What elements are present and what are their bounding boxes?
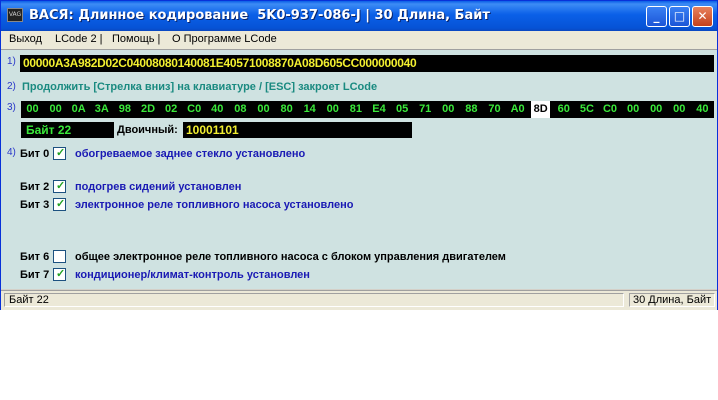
- byte-cell[interactable]: 88: [462, 101, 481, 118]
- byte-cell[interactable]: 00: [323, 101, 342, 118]
- byte-cell[interactable]: 00: [647, 101, 666, 118]
- bit-7-checkbox[interactable]: ✓: [53, 268, 66, 281]
- row-number-4: 4): [7, 147, 16, 158]
- byte-cell[interactable]: 71: [416, 101, 435, 118]
- menu-exit[interactable]: Выход: [9, 33, 42, 45]
- menu-bar: Выход LCode 2 | Помощь | О Программе LCo…: [1, 31, 717, 50]
- checkmark-icon: ✓: [56, 180, 66, 192]
- binary-value: 10001101: [183, 122, 412, 138]
- close-icon: ✕: [697, 9, 708, 23]
- bit-0-checkbox[interactable]: ✓: [53, 147, 66, 160]
- row-number-2: 2): [7, 81, 16, 92]
- minimize-button[interactable]: _: [646, 6, 667, 27]
- byte-cell[interactable]: 00: [254, 101, 273, 118]
- checkmark-icon: ✓: [56, 198, 66, 210]
- byte-cell[interactable]: C0: [601, 101, 620, 118]
- status-byte: Байт 22: [4, 293, 624, 307]
- byte-cell[interactable]: 70: [485, 101, 504, 118]
- bit-description: электронное реле топливного насоса устан…: [75, 199, 354, 211]
- navigation-hint: Продолжить [Стрелка вниз] на клавиатуре …: [22, 81, 378, 93]
- bit-3-checkbox[interactable]: ✓: [53, 198, 66, 211]
- bit-label: Бит 6: [20, 251, 50, 263]
- status-bar: Байт 22 30 Длина, Байт: [1, 290, 717, 310]
- byte-cell[interactable]: 02: [162, 101, 181, 118]
- byte-cell[interactable]: 81: [346, 101, 365, 118]
- bit-label: Бит 7: [20, 269, 50, 281]
- application-window: VAG ВАСЯ: Длинное кодирование 5K0-937-08…: [0, 0, 718, 310]
- checkmark-icon: ✓: [56, 268, 66, 280]
- byte-cell[interactable]: 80: [277, 101, 296, 118]
- byte-cell[interactable]: 00: [670, 101, 689, 118]
- binary-label: Двоичный:: [117, 124, 178, 136]
- bit-label: Бит 2: [20, 181, 50, 193]
- byte-cell[interactable]: C0: [185, 101, 204, 118]
- bit-description: подогрев сидений установлен: [75, 181, 242, 193]
- byte-cell[interactable]: 00: [624, 101, 643, 118]
- app-icon[interactable]: VAG: [7, 8, 23, 22]
- bit-6-checkbox[interactable]: [53, 250, 66, 263]
- long-coding-string[interactable]: 00000A3A982D02C04008080140081E4057100887…: [20, 55, 714, 72]
- title-bar[interactable]: VAG ВАСЯ: Длинное кодирование 5K0-937-08…: [1, 1, 717, 31]
- bit-description: кондиционер/климат-контроль установлен: [75, 269, 310, 281]
- maximize-button[interactable]: □: [669, 6, 690, 27]
- bit-2-checkbox[interactable]: ✓: [53, 180, 66, 193]
- byte-cell[interactable]: A0: [508, 101, 527, 118]
- bit-description: обогреваемое заднее стекло установлено: [75, 148, 306, 160]
- menu-about[interactable]: О Программе LCode: [172, 33, 277, 45]
- byte-cell[interactable]: 2D: [139, 101, 158, 118]
- maximize-icon: □: [673, 9, 686, 23]
- main-panel: 1) 00000A3A982D02C04008080140081E4057100…: [1, 50, 717, 289]
- byte-cell[interactable]: 8D: [531, 101, 551, 118]
- byte-cell[interactable]: 05: [393, 101, 412, 118]
- menu-lcode2[interactable]: LCode 2 |: [55, 33, 103, 45]
- byte-strip: 00 00 0A 3A 98 2D 02 C0 40 08 00 80 14 00 81 E4 05 71 00 88…: [21, 101, 714, 118]
- checkmark-icon: ✓: [56, 147, 66, 159]
- byte-cell[interactable]: 60: [554, 101, 573, 118]
- byte-cell[interactable]: E4: [370, 101, 389, 118]
- byte-cell[interactable]: 40: [208, 101, 227, 118]
- row-number-1: 1): [7, 56, 16, 67]
- window-title: ВАСЯ: Длинное кодирование 5K0-937-086-J …: [29, 8, 490, 23]
- byte-cell[interactable]: 40: [693, 101, 712, 118]
- byte-cell[interactable]: 98: [115, 101, 134, 118]
- selected-byte-label: Байт 22: [21, 122, 114, 138]
- byte-cell[interactable]: 00: [439, 101, 458, 118]
- row-number-3: 3): [7, 102, 16, 113]
- byte-cell[interactable]: 08: [231, 101, 250, 118]
- close-button[interactable]: ✕: [692, 6, 713, 27]
- status-length: 30 Длина, Байт: [629, 293, 715, 307]
- byte-cell[interactable]: 00: [46, 101, 65, 118]
- byte-cell[interactable]: 3A: [92, 101, 111, 118]
- byte-cell[interactable]: 00: [23, 101, 42, 118]
- byte-cell[interactable]: 0A: [69, 101, 88, 118]
- bit-label: Бит 0: [20, 148, 50, 160]
- byte-cell[interactable]: 14: [300, 101, 319, 118]
- bit-label: Бит 3: [20, 199, 50, 211]
- minimize-icon: _: [653, 9, 660, 23]
- bit-description: общее электронное реле топливного насоса…: [75, 251, 506, 263]
- byte-cell[interactable]: 5C: [577, 101, 596, 118]
- menu-help[interactable]: Помощь |: [112, 33, 160, 45]
